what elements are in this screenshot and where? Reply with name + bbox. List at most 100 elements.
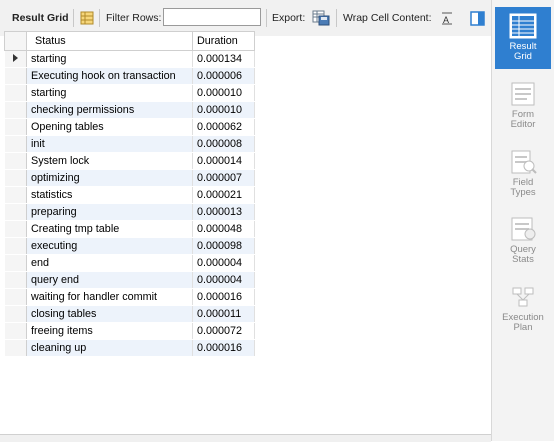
cell-duration[interactable]: 0.000010 bbox=[192, 101, 255, 119]
table-row[interactable]: Creating tmp table 0.000048 bbox=[4, 220, 255, 238]
cell-status[interactable]: starting bbox=[26, 50, 193, 68]
row-header[interactable] bbox=[4, 237, 27, 255]
cell-duration[interactable]: 0.000016 bbox=[192, 339, 255, 357]
row-header[interactable] bbox=[4, 152, 27, 170]
row-cursor-icon bbox=[12, 54, 18, 62]
cell-duration[interactable]: 0.000098 bbox=[192, 237, 255, 255]
cell-duration[interactable]: 0.000062 bbox=[192, 118, 255, 136]
side-btn-result-grid[interactable]: Result Grid bbox=[495, 7, 551, 69]
cell-status[interactable]: checking permissions bbox=[26, 101, 193, 119]
cell-duration[interactable]: 0.000004 bbox=[192, 271, 255, 289]
cell-status[interactable]: executing bbox=[26, 237, 193, 255]
table-row[interactable]: closing tables 0.000011 bbox=[4, 305, 255, 323]
row-header[interactable] bbox=[4, 84, 27, 102]
cell-status[interactable]: end bbox=[26, 254, 193, 272]
cell-duration[interactable]: 0.000007 bbox=[192, 169, 255, 187]
wrap-label-wrap: Wrap Cell Content: bbox=[343, 0, 432, 36]
result-grid: Status Duration starting 0.000134 Executin… bbox=[4, 31, 255, 357]
row-header[interactable] bbox=[4, 203, 27, 221]
cell-status[interactable]: init bbox=[26, 135, 193, 153]
cell-duration[interactable]: 0.000010 bbox=[192, 84, 255, 102]
row-header[interactable] bbox=[4, 101, 27, 119]
table-row[interactable]: executing 0.000098 bbox=[4, 237, 255, 255]
toggle-side-panel-icon[interactable] bbox=[470, 0, 485, 36]
result-grid-icon bbox=[509, 13, 537, 39]
row-header[interactable] bbox=[4, 271, 27, 289]
row-header[interactable] bbox=[4, 67, 27, 85]
cell-status[interactable]: Creating tmp table bbox=[26, 220, 193, 238]
export-label: Export: bbox=[272, 12, 306, 24]
side-btn-field-types[interactable]: Field Types bbox=[495, 143, 551, 205]
cell-duration[interactable]: 0.000072 bbox=[192, 322, 255, 340]
cell-duration[interactable]: 0.000006 bbox=[192, 67, 255, 85]
cell-duration[interactable]: 0.000016 bbox=[192, 288, 255, 306]
table-row[interactable]: waiting for handler commit 0.000016 bbox=[4, 288, 255, 306]
row-header[interactable] bbox=[4, 135, 27, 153]
cell-status[interactable]: optimizing bbox=[26, 169, 193, 187]
cell-duration[interactable]: 0.000048 bbox=[192, 220, 255, 238]
cell-status[interactable]: Executing hook on transaction bbox=[26, 67, 193, 85]
query-stats-icon bbox=[511, 217, 536, 241]
table-row[interactable]: freeing items 0.000072 bbox=[4, 322, 255, 340]
side-btn-form-editor-label2: Editor bbox=[510, 119, 536, 130]
row-header[interactable] bbox=[4, 254, 27, 272]
cell-duration[interactable]: 0.000011 bbox=[192, 305, 255, 323]
table-row[interactable]: Executing hook on transaction 0.000006 bbox=[4, 67, 255, 85]
row-header[interactable] bbox=[4, 118, 27, 136]
table-row[interactable]: init 0.000008 bbox=[4, 135, 255, 153]
side-btn-query-stats-label2: Stats bbox=[512, 254, 534, 265]
side-panel: Result Grid Form Editor Field Types Quer… bbox=[491, 0, 554, 441]
row-header[interactable] bbox=[4, 288, 27, 306]
cell-duration[interactable]: 0.000021 bbox=[192, 186, 255, 204]
side-btn-result-grid-label2: Grid bbox=[514, 51, 532, 62]
table-row[interactable]: Opening tables 0.000062 bbox=[4, 118, 255, 136]
cell-status[interactable]: System lock bbox=[26, 152, 193, 170]
table-row[interactable]: starting 0.000010 bbox=[4, 84, 255, 102]
cell-status[interactable]: closing tables bbox=[26, 305, 193, 323]
cell-status[interactable]: starting bbox=[26, 84, 193, 102]
cell-duration[interactable]: 0.000013 bbox=[192, 203, 255, 221]
table-row[interactable]: statistics 0.000021 bbox=[4, 186, 255, 204]
form-editor-icon bbox=[511, 82, 535, 106]
cell-status[interactable]: Opening tables bbox=[26, 118, 193, 136]
cell-status[interactable]: waiting for handler commit bbox=[26, 288, 193, 306]
filter-rows-input[interactable] bbox=[163, 8, 261, 26]
table-row[interactable]: query end 0.000004 bbox=[4, 271, 255, 289]
cell-duration[interactable]: 0.000134 bbox=[192, 50, 255, 68]
wrap-text-icon[interactable]: A bbox=[440, 0, 454, 36]
table-row[interactable]: checking permissions 0.000010 bbox=[4, 101, 255, 119]
cell-status[interactable]: query end bbox=[26, 271, 193, 289]
cell-status[interactable]: freeing items bbox=[26, 322, 193, 340]
execution-plan-icon bbox=[512, 287, 534, 307]
row-header[interactable] bbox=[4, 305, 27, 323]
row-header[interactable] bbox=[4, 169, 27, 187]
row-header[interactable] bbox=[4, 220, 27, 238]
cell-duration[interactable]: 0.000008 bbox=[192, 135, 255, 153]
table-row[interactable]: System lock 0.000014 bbox=[4, 152, 255, 170]
side-btn-execution-plan-label2: Plan bbox=[513, 322, 533, 333]
row-header[interactable] bbox=[4, 50, 27, 68]
side-btn-form-editor[interactable]: Form Editor bbox=[495, 75, 551, 137]
column-header-status[interactable]: Status bbox=[26, 31, 193, 51]
result-table: Status Duration starting 0.000134 Executin… bbox=[4, 31, 255, 357]
side-btn-query-stats[interactable]: Query Stats bbox=[495, 210, 551, 272]
table-row[interactable]: starting 0.000134 bbox=[4, 50, 255, 68]
cell-duration[interactable]: 0.000014 bbox=[192, 152, 255, 170]
row-header[interactable] bbox=[4, 339, 27, 357]
filter-rows-label: Filter Rows: bbox=[106, 12, 162, 24]
side-btn-field-types-label2: Types bbox=[510, 187, 536, 198]
table-row[interactable]: preparing 0.000013 bbox=[4, 203, 255, 221]
export-icon[interactable] bbox=[312, 0, 330, 36]
row-header[interactable] bbox=[4, 186, 27, 204]
cell-status[interactable]: statistics bbox=[26, 186, 193, 204]
row-header[interactable] bbox=[4, 322, 27, 340]
table-row[interactable]: end 0.000004 bbox=[4, 254, 255, 272]
table-header-row: Status Duration bbox=[4, 31, 255, 51]
table-row[interactable]: optimizing 0.000007 bbox=[4, 169, 255, 187]
cell-status[interactable]: preparing bbox=[26, 203, 193, 221]
table-row[interactable]: cleaning up 0.000016 bbox=[4, 339, 255, 357]
cell-status[interactable]: cleaning up bbox=[26, 339, 193, 357]
side-btn-execution-plan[interactable]: Execution Plan bbox=[495, 278, 551, 340]
column-header-duration[interactable]: Duration bbox=[192, 31, 255, 51]
cell-duration[interactable]: 0.000004 bbox=[192, 254, 255, 272]
